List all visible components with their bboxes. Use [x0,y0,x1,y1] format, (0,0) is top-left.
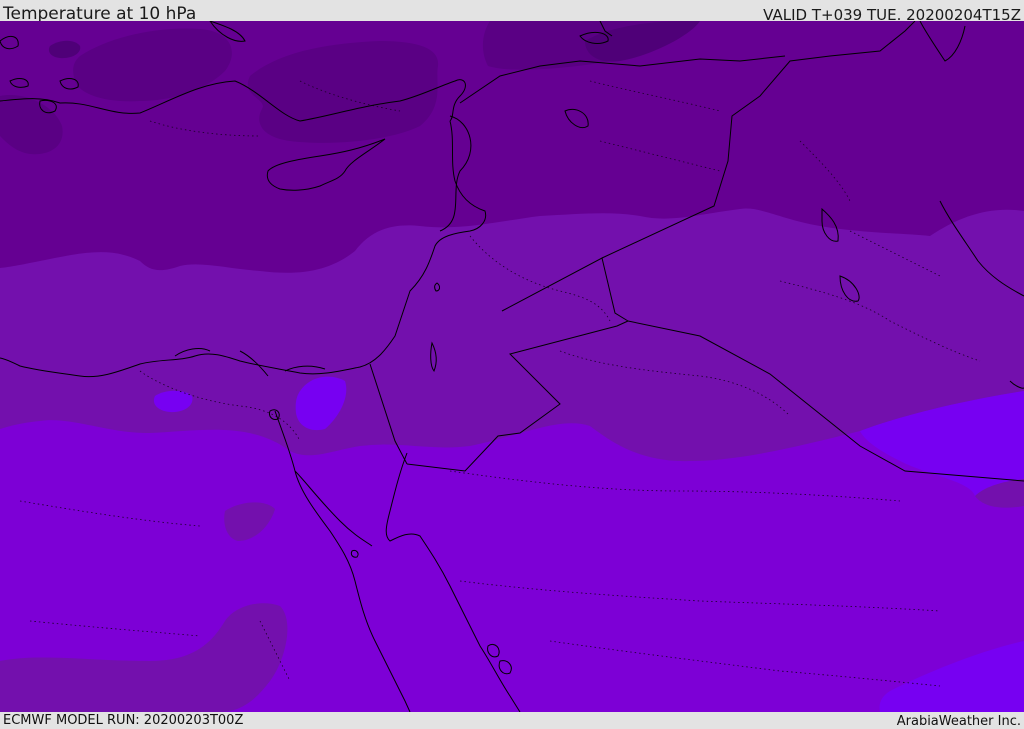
credit-label: ArabiaWeather Inc. [896,714,1021,729]
temperature-map[interactable] [0,21,1024,712]
map-viewer: Temperature at 10 hPa VALID T+039 TUE. 2… [0,0,1024,729]
model-run-label: ECMWF MODEL RUN: 20200203T00Z [3,713,244,728]
map-canvas [0,21,1024,712]
header-bar: Temperature at 10 hPa VALID T+039 TUE. 2… [0,0,1024,24]
footer-bar: ECMWF MODEL RUN: 20200203T00Z ArabiaWeat… [0,712,1024,729]
